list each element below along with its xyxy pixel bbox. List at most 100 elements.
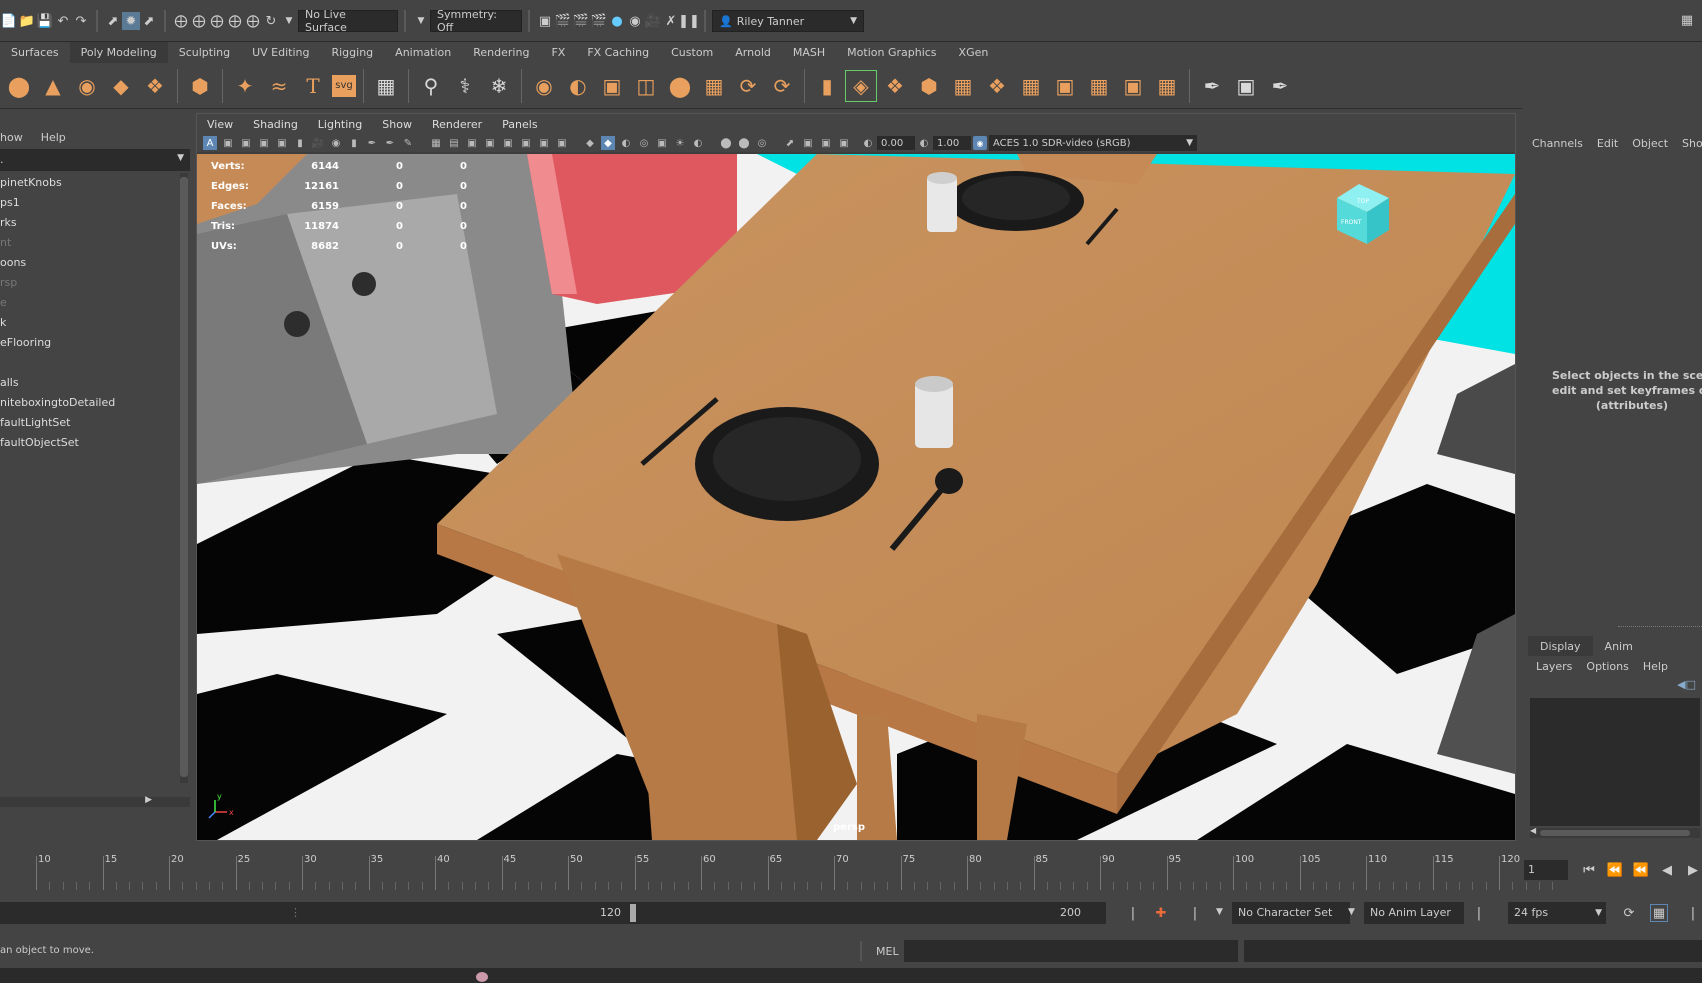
poly-plane-icon[interactable]: ◆ [106, 71, 136, 101]
ambient-occlusion-icon[interactable]: ◎ [637, 136, 651, 150]
separate-icon[interactable]: ◐ [563, 71, 593, 101]
append-polygon-icon[interactable]: ▦ [948, 71, 978, 101]
type-tool-icon[interactable]: T [298, 71, 328, 101]
render-frame-icon[interactable]: 🎬 [554, 12, 572, 30]
poly-sphere-icon[interactable]: ⬤ [4, 71, 34, 101]
grid-icon[interactable]: ▦ [371, 71, 401, 101]
insert-loop-icon[interactable]: ▣ [1050, 71, 1080, 101]
copy-view-icon[interactable]: ▣ [801, 136, 815, 150]
select-tool-icon[interactable]: ⬈ [104, 12, 122, 30]
uv-editor-icon[interactable]: ✒ [1265, 71, 1295, 101]
planar-uv-icon[interactable]: ✒ [1197, 71, 1227, 101]
shelf-tab[interactable]: Custom [660, 42, 724, 63]
bridge-icon[interactable]: ❖ [880, 71, 910, 101]
go-to-start-icon[interactable]: ⏮ [1580, 861, 1598, 879]
poly-disc-icon[interactable]: ❖ [140, 71, 170, 101]
merge-icon[interactable]: ▣ [1118, 71, 1148, 101]
list-item[interactable]: k [0, 313, 176, 333]
shelf-tab[interactable]: Rendering [462, 42, 540, 63]
shelf-tab[interactable]: MASH [782, 42, 836, 63]
chevron-down-icon[interactable]: ▼ [177, 153, 184, 163]
shelf-tab[interactable]: FX [540, 42, 576, 63]
use-all-lights-icon[interactable]: ▣ [537, 136, 551, 150]
shelf-tab[interactable]: XGen [948, 42, 1000, 63]
anim-end-field[interactable]: 200 [1056, 902, 1106, 924]
snap-surface-icon[interactable]: ⨁ [244, 12, 262, 30]
layer-menu-help[interactable]: Help [1643, 660, 1668, 673]
poly-torus-icon[interactable]: ◉ [72, 71, 102, 101]
save-scene-icon[interactable]: 💾 [36, 12, 54, 30]
shelf-tab[interactable]: Surfaces [0, 42, 70, 63]
arrow-left-icon[interactable]: ◀ [1530, 826, 1536, 835]
list-item[interactable]: ps1 [0, 193, 176, 213]
auto-uv-icon[interactable]: ▣ [1231, 71, 1261, 101]
render-view-icon[interactable]: ▣ [536, 12, 554, 30]
play-backward-icon[interactable]: ◀ [1658, 861, 1676, 879]
select-camera-icon[interactable]: A [203, 136, 217, 150]
script-language-toggle[interactable]: MEL [876, 945, 899, 958]
viewport-menu-renderer[interactable]: Renderer [422, 118, 492, 131]
tab-display[interactable]: Display [1528, 636, 1593, 656]
channel-menu-edit[interactable]: Edit [1597, 137, 1618, 150]
character-set-field[interactable]: No Character Set [1232, 902, 1350, 924]
texture-icon[interactable]: ◎ [755, 136, 769, 150]
redo-icon[interactable]: ↷ [72, 12, 90, 30]
key-icon[interactable]: ✚ [1152, 904, 1170, 922]
combine-icon[interactable]: ◉ [529, 71, 559, 101]
time-ruler[interactable]: 10 15 20 25 30 35 40 45 50 55 60 65 70 75 80 85 90 95 100 1… [0, 846, 1554, 896]
sync-icon[interactable]: ▣ [819, 136, 833, 150]
current-frame-field[interactable]: 1 [1524, 860, 1568, 880]
workspace-icon[interactable]: ▦ [1678, 11, 1696, 29]
gamma-field[interactable]: 1.00 [933, 136, 971, 150]
wireframe-on-shaded-icon[interactable]: ▣ [501, 136, 515, 150]
hypershade-icon[interactable]: ● [608, 12, 626, 30]
viewport-menu-shading[interactable]: Shading [243, 118, 308, 131]
field-chart-icon[interactable]: ✒ [365, 136, 379, 150]
viewport-menu-panels[interactable]: Panels [492, 118, 547, 131]
edge-loop-icon[interactable]: ▦ [1016, 71, 1046, 101]
channel-menu-object[interactable]: Object [1632, 137, 1668, 150]
exposure-field[interactable]: 0.00 [877, 136, 915, 150]
chevron-down-icon[interactable]: ▼ [1216, 907, 1223, 917]
snap-view-icon[interactable]: ⨁ [226, 12, 244, 30]
xray-joints-icon[interactable]: ◆ [601, 136, 615, 150]
arnold-render-icon[interactable]: ◉ [626, 12, 644, 30]
snap-point-icon[interactable]: ⨁ [208, 12, 226, 30]
anim-layer-field[interactable]: No Anim Layer [1364, 902, 1464, 924]
camera-attributes-icon[interactable]: ▣ [221, 136, 235, 150]
motion-blur-icon[interactable]: ▣ [655, 136, 669, 150]
scrollbar-thumb[interactable] [180, 177, 188, 777]
shelf-tab-poly-modeling[interactable]: Poly Modeling [69, 42, 168, 63]
auto-key-icon[interactable]: | [1124, 904, 1142, 922]
new-scene-icon[interactable]: 📄 [0, 12, 18, 30]
layer-hscrollbar[interactable]: ◀ [1530, 826, 1700, 838]
bookmark-icon[interactable]: ▣ [239, 136, 253, 150]
depth-of-field-icon[interactable]: ◐ [691, 136, 705, 150]
poly-cone-icon[interactable]: ▲ [38, 71, 68, 101]
svg-tool-icon[interactable]: svg [332, 74, 356, 97]
grease-pencil-icon[interactable]: ▮ [293, 136, 307, 150]
pause-icon[interactable]: ❚❚ [678, 12, 700, 30]
step-back-key-icon[interactable]: ⏪ [1632, 861, 1650, 879]
range-grip-icon[interactable]: ⋮ [290, 906, 301, 919]
film-gate-icon[interactable]: 🎥 [311, 136, 325, 150]
time-slider[interactable]: 10 15 20 25 30 35 40 45 50 55 60 65 70 75 80 85 90 95 100 1… [0, 846, 1702, 896]
shelf-tab[interactable]: UV Editing [241, 42, 320, 63]
wireframe-icon[interactable]: ▣ [465, 136, 479, 150]
list-item[interactable]: niteboxingtoDetailed [0, 393, 176, 413]
smooth-mesh-icon[interactable]: ▦ [699, 71, 729, 101]
snowflake-icon[interactable]: ❄ [484, 71, 514, 101]
list-item[interactable]: pinetKnobs [0, 173, 176, 193]
color-space-dropdown[interactable]: ACES 1.0 SDR-video (sRGB) ▼ [989, 135, 1197, 151]
channel-menu-channels[interactable]: Channels [1532, 137, 1583, 150]
mirror-icon[interactable]: ◫ [631, 71, 661, 101]
resolution-gate-icon[interactable]: ◉ [329, 136, 343, 150]
dropdown-icon[interactable]: ▼ [280, 12, 298, 30]
list-item[interactable]: alls [0, 373, 176, 393]
list-item[interactable] [0, 353, 176, 373]
symmetry-field[interactable]: Symmetry: Off [430, 8, 522, 34]
audio-icon[interactable]: | [1684, 904, 1702, 922]
range-handle[interactable] [630, 904, 636, 922]
image-plane-icon[interactable]: ▣ [257, 136, 271, 150]
move-pivot-icon[interactable]: ⚲ [416, 71, 446, 101]
